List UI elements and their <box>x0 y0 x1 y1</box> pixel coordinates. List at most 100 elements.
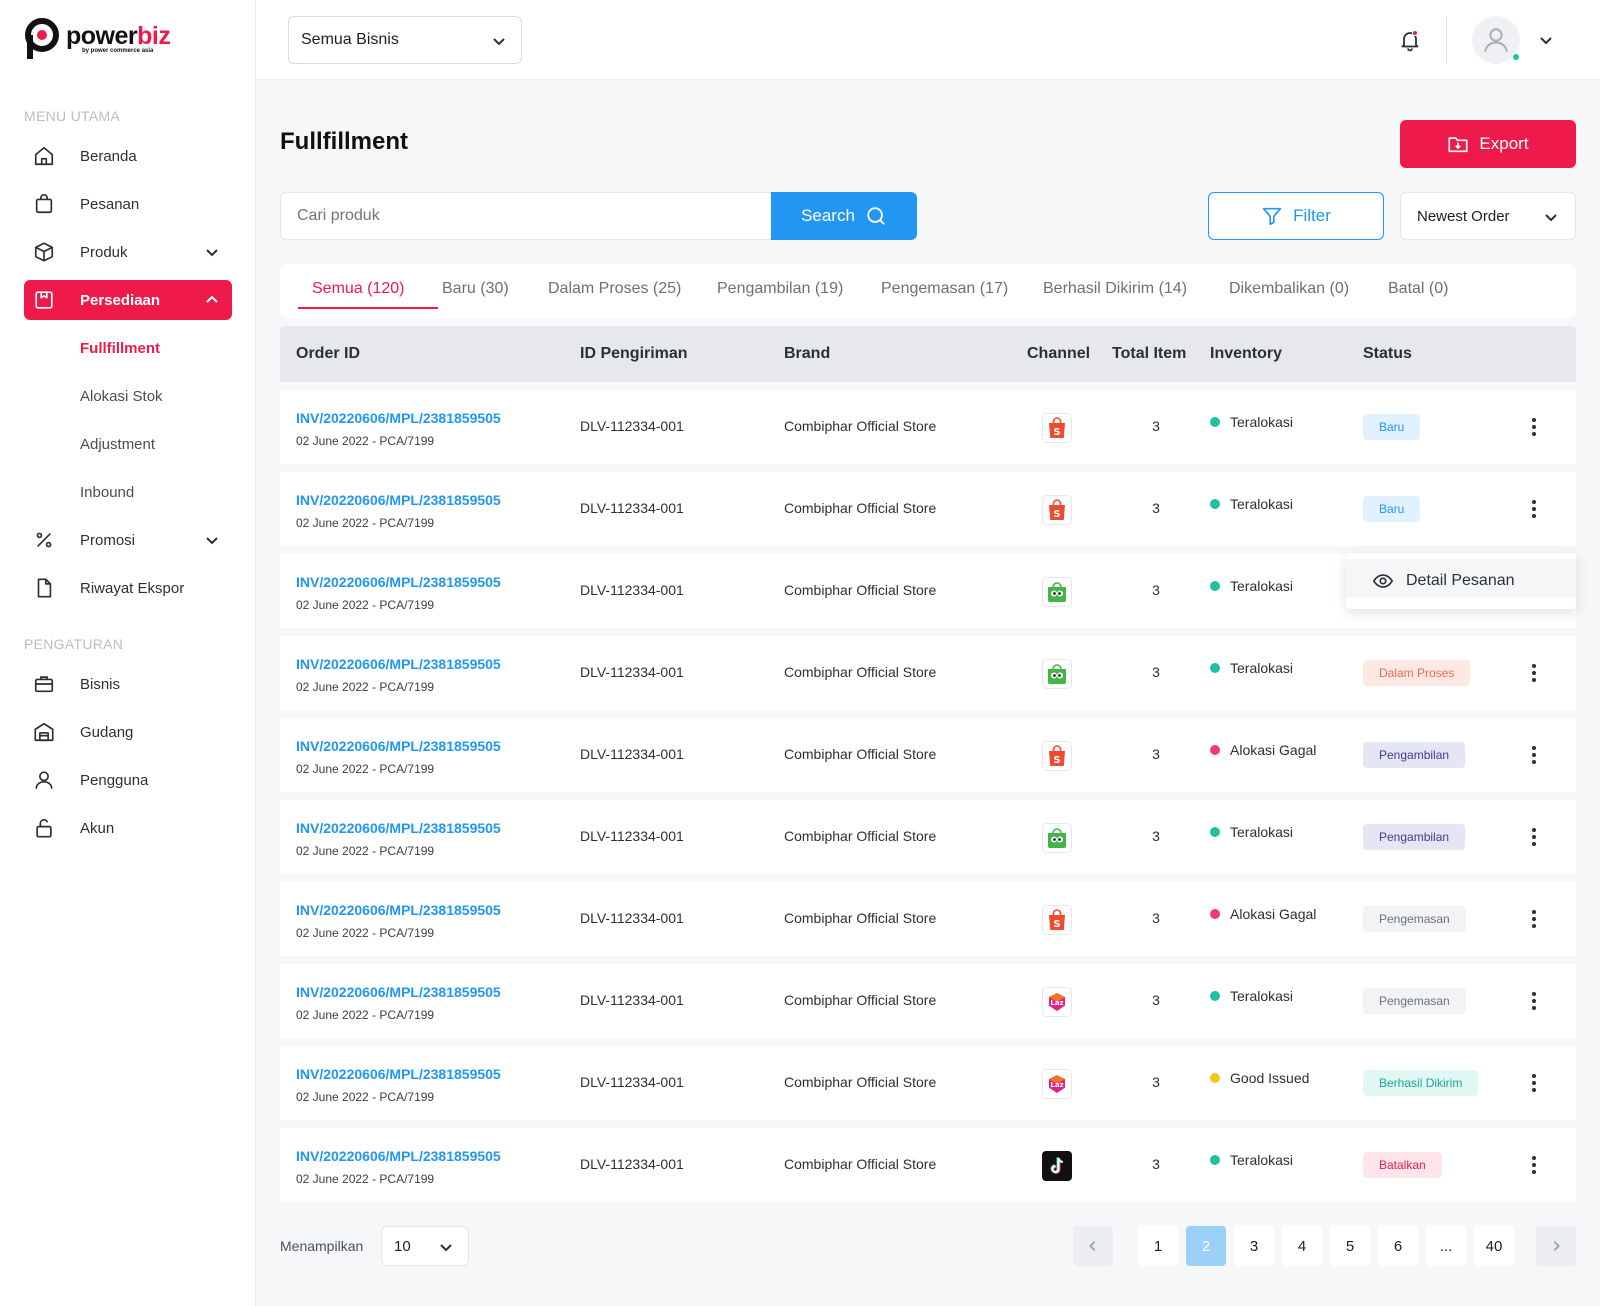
order-id-link[interactable]: INV/20220606/MPL/2381859505 <box>296 574 501 590</box>
order-date-ref: 02 June 2022 - PCA/7199 <box>296 926 435 940</box>
tab-baru[interactable]: Baru (30) <box>442 280 509 298</box>
more-options-icon[interactable] <box>1526 1072 1542 1094</box>
page-button-6[interactable]: 6 <box>1378 1226 1418 1266</box>
sidebar-subitem-inbound[interactable]: Inbound <box>80 484 134 501</box>
page-button-1[interactable]: 1 <box>1138 1226 1178 1266</box>
inventory-icon <box>32 288 56 312</box>
tab-pengemasan[interactable]: Pengemasan (17) <box>881 280 1008 298</box>
sidebar-item-label: Pengguna <box>80 771 149 789</box>
tab-pengambilan[interactable]: Pengambilan (19) <box>717 280 843 298</box>
per-page-select[interactable]: 10 <box>381 1226 469 1266</box>
sidebar-item-promosi[interactable]: Promosi <box>24 520 232 560</box>
sidebar-item-pesanan[interactable]: Pesanan <box>24 184 232 224</box>
order-date-ref: 02 June 2022 - PCA/7199 <box>296 844 435 858</box>
more-options-icon[interactable] <box>1526 744 1542 766</box>
page-button-40[interactable]: 40 <box>1474 1226 1514 1266</box>
tab-dikembalikan[interactable]: Dikembalikan (0) <box>1229 280 1349 298</box>
inventory-status: Teralokasi <box>1210 496 1293 512</box>
notification-bell-icon[interactable] <box>1398 28 1422 52</box>
column-header-inventory: Inventory <box>1210 345 1283 362</box>
more-options-icon[interactable] <box>1526 662 1542 684</box>
business-select-value: Semua Bisnis <box>301 31 399 48</box>
total-item: 3 <box>1152 828 1160 844</box>
chevron-left-icon <box>1089 1241 1096 1251</box>
svg-text:S: S <box>1053 427 1060 438</box>
search-button[interactable]: Search <box>771 192 917 240</box>
sidebar-item-produk[interactable]: Produk <box>24 232 232 272</box>
table-row: INV/20220606/MPL/2381859505 02 June 2022… <box>280 472 1576 546</box>
order-id-link[interactable]: INV/20220606/MPL/2381859505 <box>296 738 501 754</box>
more-options-icon[interactable] <box>1526 990 1542 1012</box>
sidebar-item-label: Riwayat Ekspor <box>80 579 185 597</box>
sidebar-item-beranda[interactable]: Beranda <box>24 136 232 176</box>
tiktok-channel-icon <box>1041 1150 1073 1182</box>
order-date-ref: 02 June 2022 - PCA/7199 <box>296 762 435 776</box>
order-id-link[interactable]: INV/20220606/MPL/2381859505 <box>296 902 501 918</box>
sidebar-subitem-adjustment[interactable]: Adjustment <box>80 436 155 453</box>
order-id-link[interactable]: INV/20220606/MPL/2381859505 <box>296 656 501 672</box>
detail-pesanan-menu-item[interactable]: Detail Pesanan <box>1406 572 1515 590</box>
order-id-link[interactable]: INV/20220606/MPL/2381859505 <box>296 820 501 836</box>
shopee-channel-icon: S <box>1041 494 1073 526</box>
sidebar-item-gudang[interactable]: Gudang <box>24 712 232 752</box>
order-id-link[interactable]: INV/20220606/MPL/2381859505 <box>296 1148 501 1164</box>
page-button-3[interactable]: 3 <box>1234 1226 1274 1266</box>
pagination-next-button[interactable] <box>1536 1226 1576 1266</box>
order-id-link[interactable]: INV/20220606/MPL/2381859505 <box>296 492 501 508</box>
tab-semua[interactable]: Semua (120) <box>312 280 405 298</box>
sidebar: powerbiz by power commerce asia MENU UTA… <box>0 0 256 1306</box>
total-item: 3 <box>1152 910 1160 926</box>
table-row: INV/20220606/MPL/2381859505 02 June 2022… <box>280 718 1576 792</box>
inventory-status: Teralokasi <box>1210 988 1293 1004</box>
business-select[interactable]: Semua Bisnis <box>288 16 522 64</box>
more-options-icon[interactable] <box>1526 1154 1542 1176</box>
tab-batal[interactable]: Batal (0) <box>1388 280 1448 298</box>
tokopedia-channel-icon <box>1041 576 1073 608</box>
pagination-prev-button[interactable] <box>1073 1226 1113 1266</box>
total-item: 3 <box>1152 1156 1160 1172</box>
sidebar-item-label: Produk <box>80 243 128 261</box>
total-item: 3 <box>1152 746 1160 762</box>
export-button[interactable]: Export <box>1400 120 1576 168</box>
inventory-status-dot <box>1210 745 1220 755</box>
order-id-link[interactable]: INV/20220606/MPL/2381859505 <box>296 410 501 426</box>
more-options-icon[interactable] <box>1526 416 1542 438</box>
sidebar-item-persediaan[interactable]: Persediaan <box>24 280 232 320</box>
page-button-4[interactable]: 4 <box>1282 1226 1322 1266</box>
filter-button[interactable]: Filter <box>1208 192 1384 240</box>
more-options-icon[interactable] <box>1526 498 1542 520</box>
order-date-ref: 02 June 2022 - PCA/7199 <box>296 598 435 612</box>
page-button-5[interactable]: 5 <box>1330 1226 1370 1266</box>
sidebar-subitem-alokasi-stok[interactable]: Alokasi Stok <box>80 388 163 405</box>
tab-berhasil-dikirim[interactable]: Berhasil Dikirim (14) <box>1043 280 1187 298</box>
sidebar-item-riwayat-ekspor[interactable]: Riwayat Ekspor <box>24 568 232 608</box>
section-main-label: MENU UTAMA <box>24 108 121 124</box>
sort-select[interactable]: Newest Order <box>1400 192 1576 240</box>
more-options-icon[interactable] <box>1526 826 1542 848</box>
status-badge: Baru <box>1363 496 1421 522</box>
powerbiz-logo[interactable]: powerbiz by power commerce asia <box>24 18 171 60</box>
table-row: INV/20220606/MPL/2381859505 02 June 2022… <box>280 390 1576 464</box>
logo-word-biz: biz <box>137 22 171 50</box>
inventory-status: Alokasi Gagal <box>1210 906 1316 922</box>
order-date-ref: 02 June 2022 - PCA/7199 <box>296 680 435 694</box>
tokopedia-channel-icon <box>1041 822 1073 854</box>
table-row: INV/20220606/MPL/2381859505 02 June 2022… <box>280 800 1576 874</box>
tab-dalam-proses[interactable]: Dalam Proses (25) <box>548 280 681 298</box>
brand-name: Combiphar Official Store <box>784 500 937 516</box>
account-menu-chevron-icon[interactable] <box>1538 32 1554 48</box>
page-title: Fullfillment <box>280 128 408 155</box>
order-id-link[interactable]: INV/20220606/MPL/2381859505 <box>296 984 501 1000</box>
sidebar-item-akun[interactable]: Akun <box>24 808 232 848</box>
svg-text:S: S <box>1053 509 1060 520</box>
sidebar-item-bisnis[interactable]: Bisnis <box>24 664 232 704</box>
brand-name: Combiphar Official Store <box>784 992 937 1008</box>
active-tab-indicator <box>298 307 438 309</box>
page-button-2[interactable]: 2 <box>1186 1226 1226 1266</box>
sidebar-item-pengguna[interactable]: Pengguna <box>24 760 232 800</box>
more-options-icon[interactable] <box>1526 908 1542 930</box>
order-id-link[interactable]: INV/20220606/MPL/2381859505 <box>296 1066 501 1082</box>
sidebar-subitem-fullfillment[interactable]: Fullfillment <box>80 340 160 357</box>
search-input[interactable] <box>280 192 772 240</box>
user-icon <box>32 768 56 792</box>
